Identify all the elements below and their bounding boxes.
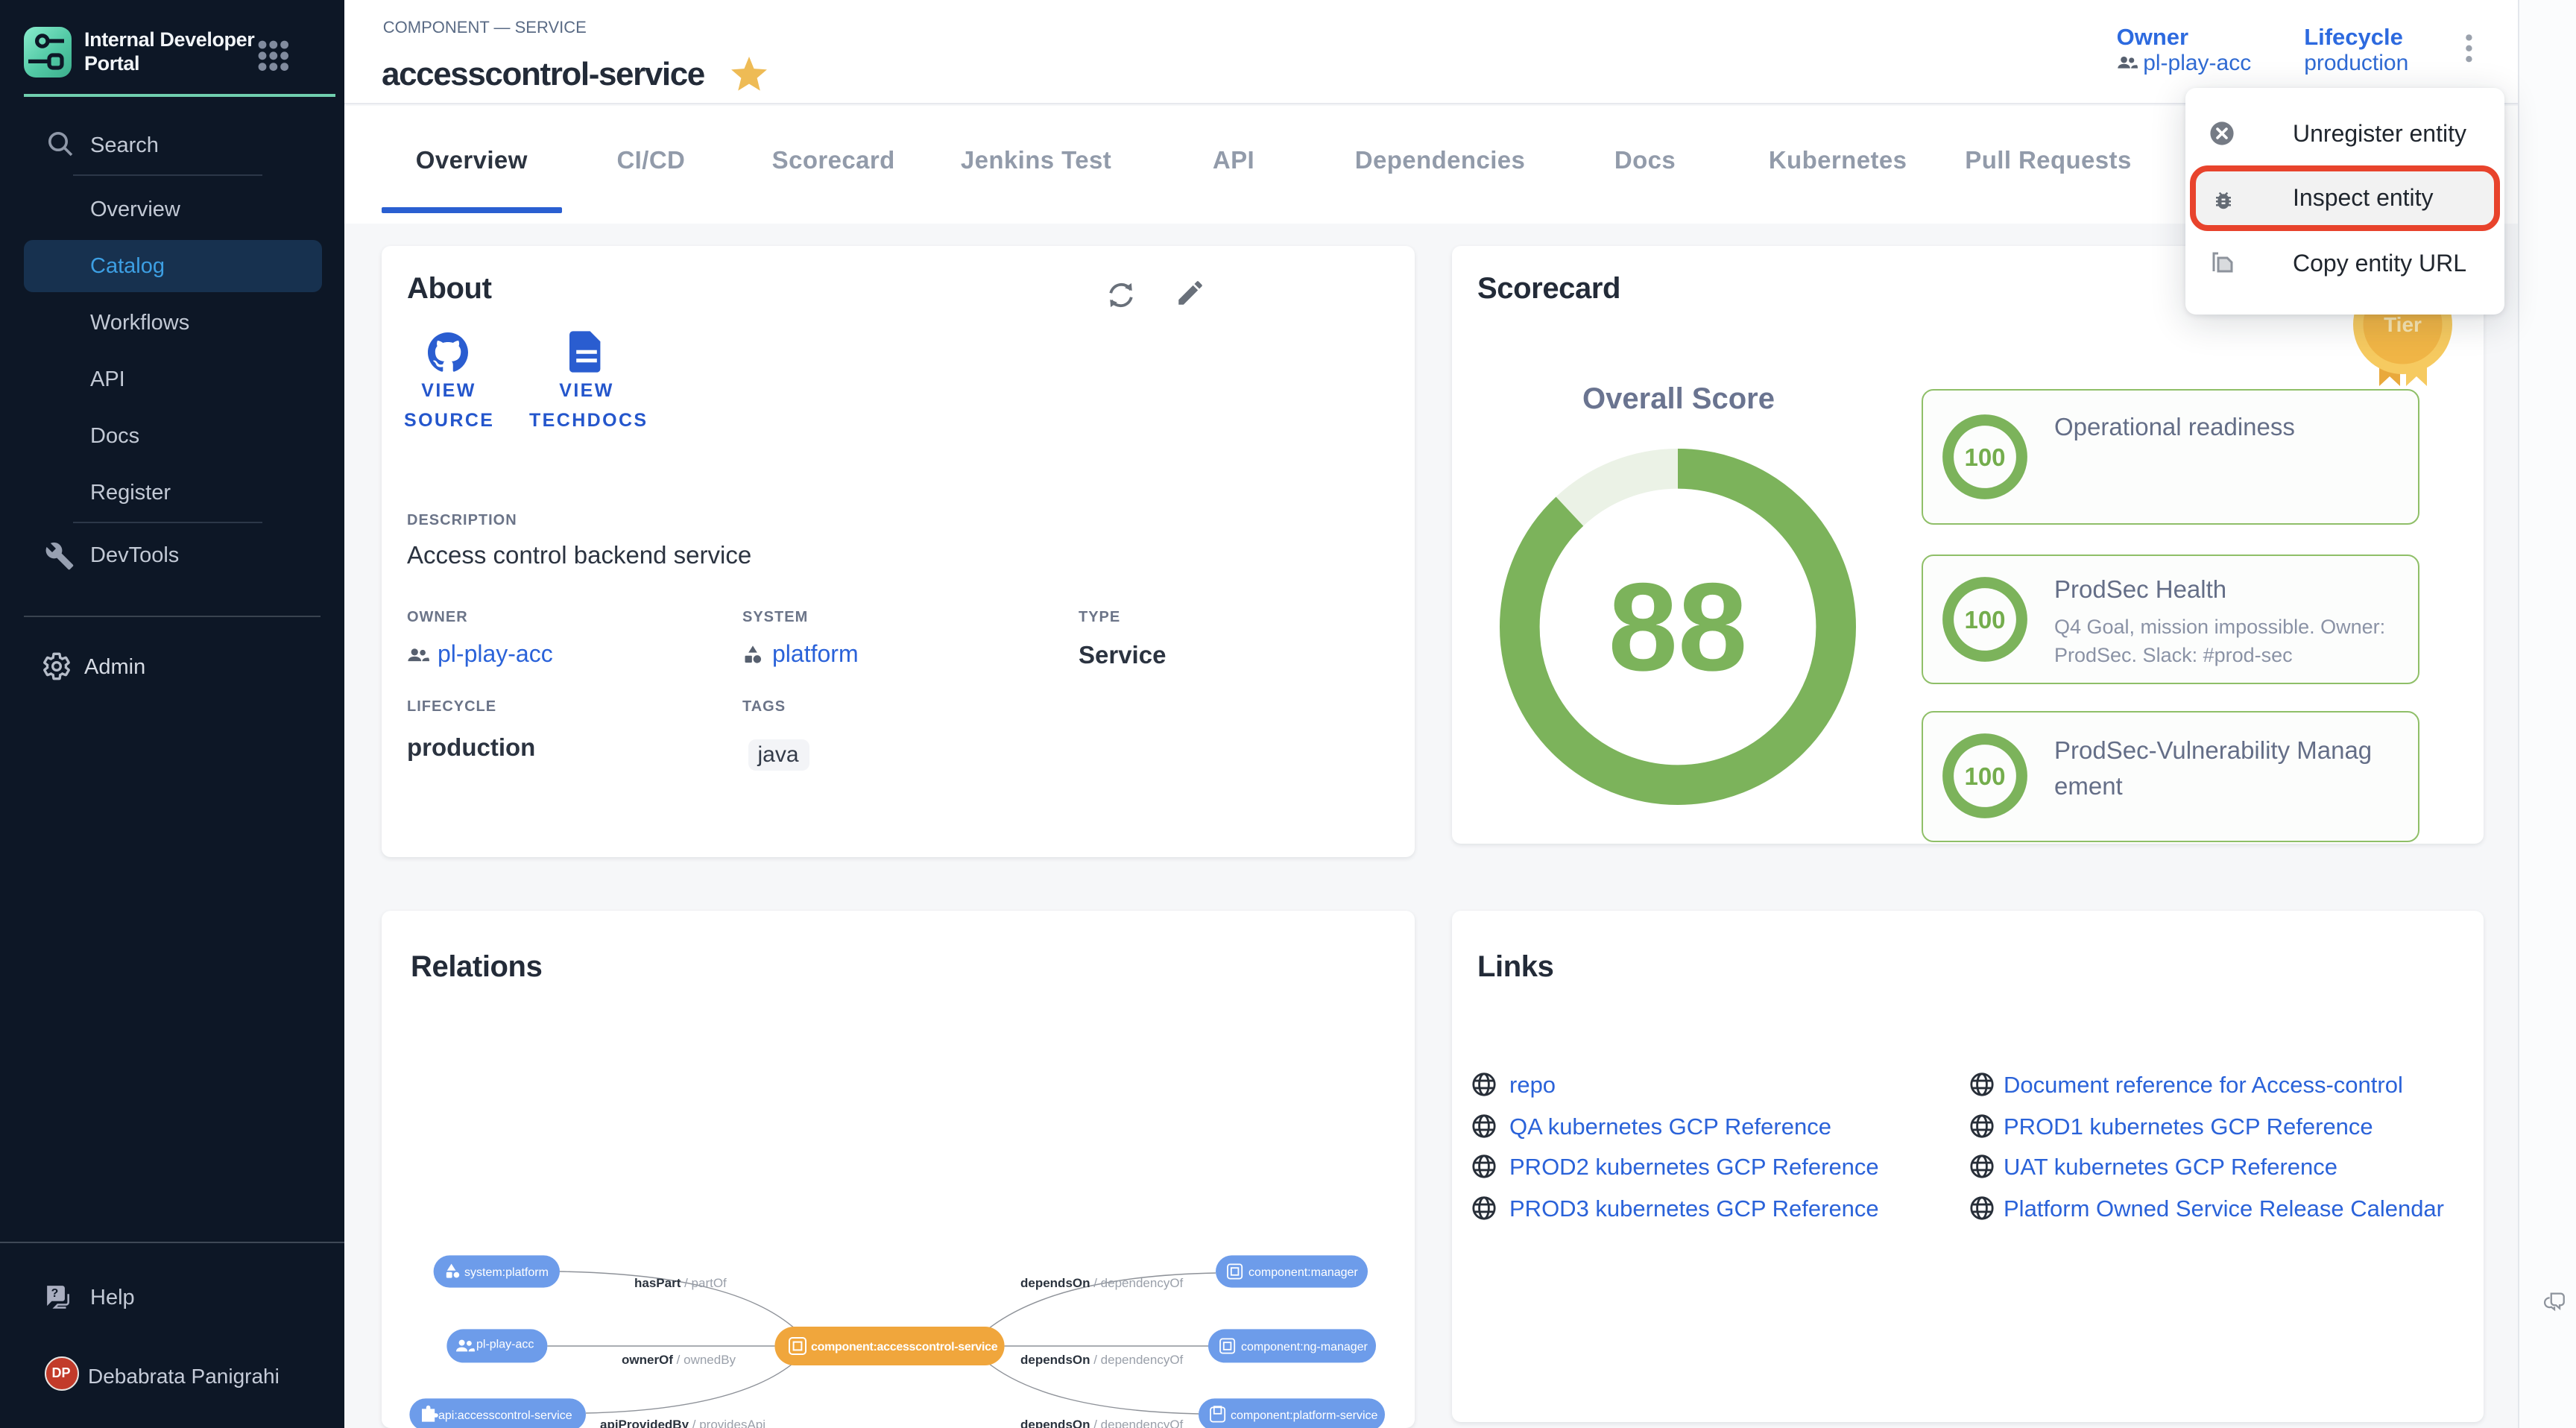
svg-text:hasPart / partOf: hasPart / partOf (634, 1276, 726, 1290)
svg-text:100: 100 (1963, 443, 2004, 471)
svg-text:api:accesscontrol-service: api:accesscontrol-service (438, 1409, 572, 1422)
svg-text:dependsOn / dependencyOf: dependsOn / dependencyOf (1020, 1353, 1183, 1367)
svg-text:component:accesscontrol-servic: component:accesscontrol-service (810, 1341, 997, 1353)
svg-text:100: 100 (1963, 606, 2004, 634)
svg-text:ownerOf / ownedBy: ownerOf / ownedBy (621, 1353, 736, 1367)
svg-text:component:ng-manager: component:ng-manager (1240, 1341, 1368, 1353)
svg-text:system:platform: system:platform (464, 1266, 548, 1279)
svg-text:apiProvidedBy / providesApi: apiProvidedBy / providesApi (599, 1418, 765, 1428)
svg-text:?: ? (51, 1287, 59, 1300)
svg-text:dependsOn / dependencyOf: dependsOn / dependencyOf (1020, 1418, 1183, 1428)
svg-text:dependsOn / dependencyOf: dependsOn / dependencyOf (1020, 1276, 1183, 1290)
svg-text:88: 88 (1608, 557, 1747, 698)
svg-text:Tier: Tier (2384, 313, 2422, 336)
svg-text:component:manager: component:manager (1248, 1266, 1357, 1279)
svg-text:pl-play-acc: pl-play-acc (476, 1338, 533, 1350)
svg-text:100: 100 (1963, 762, 2004, 790)
svg-text:component:platform-service: component:platform-service (1230, 1409, 1377, 1422)
